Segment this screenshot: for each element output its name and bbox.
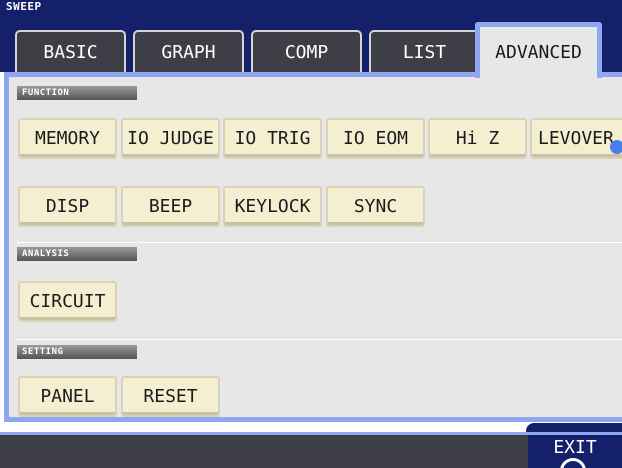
section-divider [17,339,622,340]
section-header-setting: SETTING [17,345,137,359]
keylock-button[interactable]: KEYLOCK [223,186,322,227]
reset-button[interactable]: RESET [121,376,220,417]
tab-basic[interactable]: BASIC [15,30,126,72]
io-eom-button[interactable]: IO EOM [326,118,425,159]
sync-button[interactable]: SYNC [326,186,425,227]
tab-graph[interactable]: GRAPH [133,30,244,72]
section-header-function: FUNCTION [17,86,137,100]
circuit-button[interactable]: CIRCUIT [18,281,117,322]
footer-bar: EXIT [0,432,622,468]
tab-advanced[interactable]: ADVANCED [475,22,602,78]
app-window: SWEEP BASIC GRAPH COMP LIST ADVANCED FUN… [0,0,622,468]
advanced-panel: FUNCTION MEMORY IO JUDGE IO TRIG IO EOM … [4,72,622,422]
panel-button[interactable]: PANEL [18,376,117,417]
io-judge-button[interactable]: IO JUDGE [121,118,220,159]
screen-title: SWEEP [6,0,42,13]
levover-button[interactable]: LEVOVER [530,118,622,159]
memory-button[interactable]: MEMORY [18,118,117,159]
tab-list[interactable]: LIST [369,30,480,72]
io-trig-button[interactable]: IO TRIG [223,118,322,159]
scroll-indicator-icon [610,140,622,154]
section-divider [17,242,622,243]
beep-button[interactable]: BEEP [121,186,220,227]
section-header-analysis: ANALYSIS [17,247,137,261]
disp-button[interactable]: DISP [18,186,117,227]
tab-comp[interactable]: COMP [251,30,362,72]
hi-z-button[interactable]: Hi Z [428,118,527,159]
